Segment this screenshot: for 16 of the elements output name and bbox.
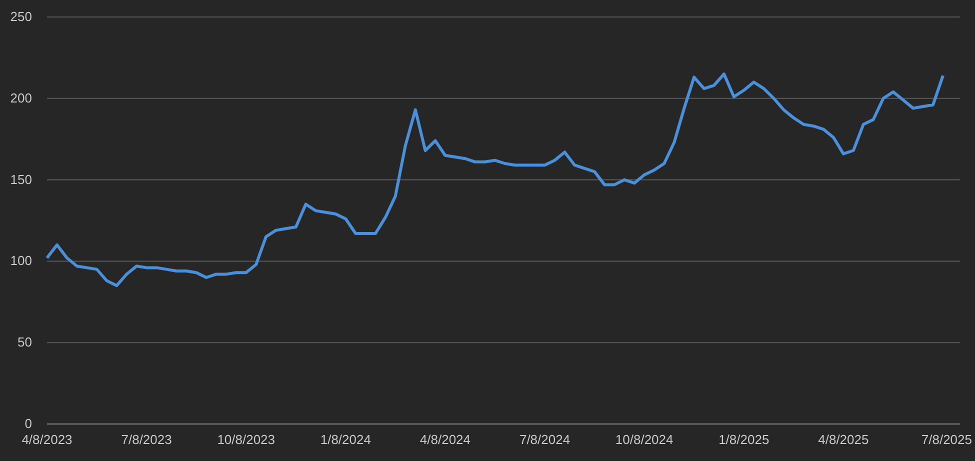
x-tick-label: 10/8/2024 (615, 432, 674, 447)
x-tick-label: 7/8/2023 (121, 432, 172, 447)
x-tick-label: 7/8/2025 (921, 432, 972, 447)
y-tick-label: 250 (10, 9, 32, 24)
x-tick-label: 4/8/2024 (420, 432, 471, 447)
x-tick-label: 4/8/2025 (818, 432, 869, 447)
x-tick-label: 4/8/2023 (22, 432, 72, 447)
y-tick-label: 150 (10, 172, 32, 187)
x-tick-label: 10/8/2023 (217, 432, 276, 447)
x-tick-label: 1/8/2024 (320, 432, 371, 447)
y-tick-label: 0 (24, 416, 32, 431)
y-tick-label: 100 (10, 253, 32, 268)
y-tick-label: 200 (10, 90, 32, 106)
y-tick-label: 50 (18, 334, 32, 350)
x-tick-label: 1/8/2025 (718, 432, 770, 447)
x-tick-label: 7/8/2024 (519, 432, 570, 447)
